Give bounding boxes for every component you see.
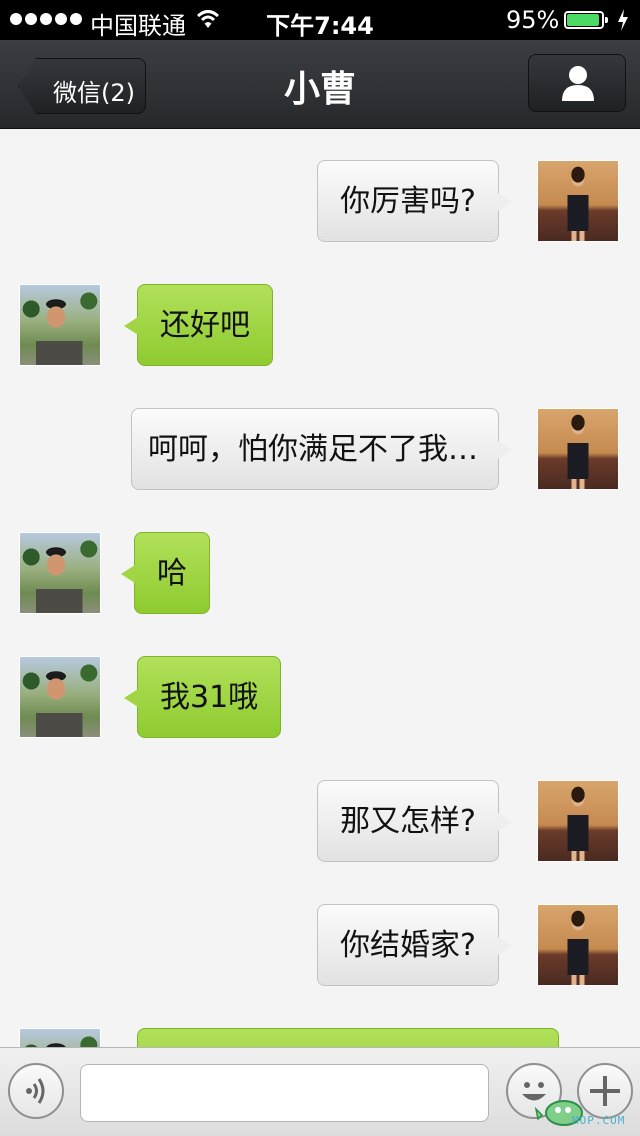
- message-bubble-incoming[interactable]: 我31哦: [123, 656, 282, 738]
- message-bubble-outgoing[interactable]: 那又怎样?: [317, 780, 512, 862]
- my-avatar[interactable]: [537, 904, 619, 986]
- battery-icon: [564, 11, 608, 29]
- contact-avatar[interactable]: [19, 656, 101, 738]
- message-text-input[interactable]: [80, 1064, 489, 1122]
- message-bubble-incoming[interactable]: 哈: [121, 532, 210, 614]
- my-avatar[interactable]: [537, 160, 619, 242]
- nav-bar: 微信(2) 小曹: [0, 40, 640, 129]
- status-bar: 中国联通 下午7:44 95%: [0, 0, 640, 40]
- contact-avatar[interactable]: [19, 1028, 101, 1047]
- message-bubble-outgoing[interactable]: 你结婚家?: [317, 904, 512, 986]
- message-bubble-incoming[interactable]: 还好吧: [124, 284, 273, 366]
- message-bubble-outgoing[interactable]: 呵呵，怕你满足不了我…: [131, 408, 512, 490]
- my-avatar[interactable]: [537, 408, 619, 490]
- message-bubble-incoming[interactable]: [137, 1028, 559, 1047]
- voice-input-button[interactable]: [8, 1063, 64, 1119]
- voice-icon: [26, 1078, 45, 1104]
- battery-percent: 95%: [506, 6, 560, 34]
- chat-message-list[interactable]: 你厉害吗? 还好吧 呵呵，怕你满足不了我… 哈 我31哦 那又怎样? 你结婚家?: [0, 129, 640, 1047]
- person-icon: [562, 66, 594, 101]
- message-bubble-outgoing[interactable]: 你厉害吗?: [317, 160, 512, 242]
- charging-bolt-icon: [618, 9, 628, 31]
- watermark-text: MOP.COM: [572, 1114, 626, 1127]
- contact-avatar[interactable]: [19, 284, 101, 366]
- contact-profile-button[interactable]: [528, 54, 626, 112]
- my-avatar[interactable]: [537, 780, 619, 862]
- contact-avatar[interactable]: [19, 532, 101, 614]
